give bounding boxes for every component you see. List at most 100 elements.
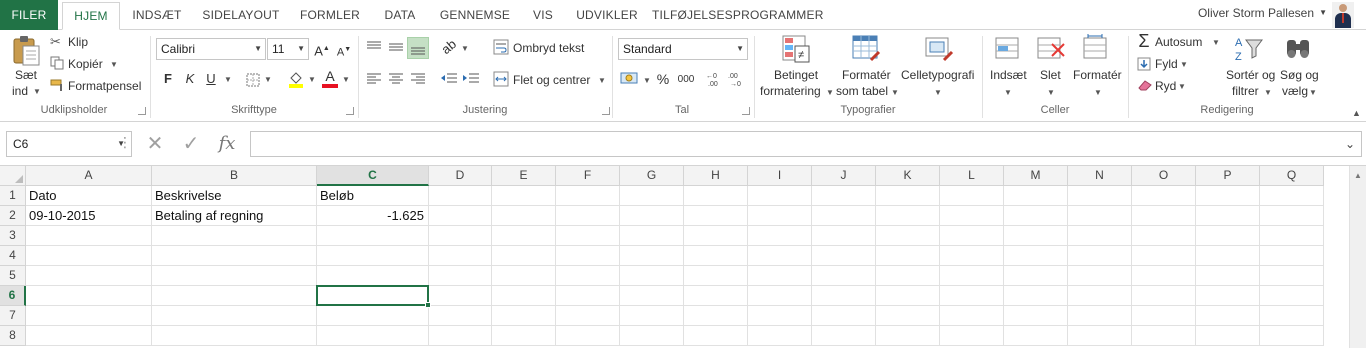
- fill-color-icon[interactable]: [288, 70, 304, 88]
- cell-l1[interactable]: [940, 186, 1004, 206]
- cell-i5[interactable]: [748, 266, 812, 286]
- delete-dropdown-icon[interactable]: ▼: [1047, 88, 1055, 97]
- column-header-h[interactable]: H: [684, 166, 748, 186]
- cell-k6[interactable]: [876, 286, 940, 306]
- increase-font-size-icon[interactable]: A▲: [314, 40, 330, 60]
- cell-d3[interactable]: [429, 226, 492, 246]
- cell-p3[interactable]: [1196, 226, 1260, 246]
- cell-l3[interactable]: [940, 226, 1004, 246]
- cell-j2[interactable]: [812, 206, 876, 226]
- align-right-icon[interactable]: [410, 72, 426, 86]
- orientation-icon[interactable]: ab: [436, 34, 461, 59]
- cell-j4[interactable]: [812, 246, 876, 266]
- column-header-b[interactable]: B: [152, 166, 317, 186]
- align-middle-icon[interactable]: [388, 40, 404, 54]
- cell-k2[interactable]: [876, 206, 940, 226]
- cell-o2[interactable]: [1132, 206, 1196, 226]
- cell-p2[interactable]: [1196, 206, 1260, 226]
- binoculars-icon[interactable]: [1284, 34, 1314, 64]
- fill-dropdown-icon[interactable]: ▼: [1180, 60, 1188, 69]
- cell-l4[interactable]: [940, 246, 1004, 266]
- insert-dropdown-icon[interactable]: ▼: [1004, 88, 1012, 97]
- row-header-4[interactable]: 4: [0, 246, 26, 266]
- paste-icon[interactable]: [12, 34, 42, 66]
- cell-g6[interactable]: [620, 286, 684, 306]
- decrease-indent-icon[interactable]: [440, 72, 458, 86]
- tab-insert[interactable]: INDSÆT: [126, 2, 188, 30]
- cell-c8[interactable]: [317, 326, 429, 346]
- cell-h5[interactable]: [684, 266, 748, 286]
- cell-e2[interactable]: [492, 206, 556, 226]
- cell-a2[interactable]: 09-10-2015: [26, 206, 152, 226]
- cell-b6[interactable]: [152, 286, 317, 306]
- cell-h2[interactable]: [684, 206, 748, 226]
- increase-indent-icon[interactable]: [462, 72, 480, 86]
- cell-p6[interactable]: [1196, 286, 1260, 306]
- cell-h8[interactable]: [684, 326, 748, 346]
- cell-a7[interactable]: [26, 306, 152, 326]
- insert-cells-button[interactable]: Indsæt: [990, 68, 1027, 82]
- format-dropdown-icon[interactable]: ▼: [1094, 88, 1102, 97]
- cell-c4[interactable]: [317, 246, 429, 266]
- cell-j6[interactable]: [812, 286, 876, 306]
- cell-e7[interactable]: [492, 306, 556, 326]
- tab-formulas[interactable]: FORMLER: [292, 2, 368, 30]
- align-center-icon[interactable]: [388, 72, 404, 86]
- wrap-text-icon[interactable]: [493, 39, 509, 55]
- tab-data[interactable]: DATA: [374, 2, 426, 30]
- cell-a1[interactable]: Dato: [26, 186, 152, 206]
- sigma-icon[interactable]: Σ: [1136, 32, 1152, 50]
- cell-styles-button[interactable]: Celletypografi: [901, 68, 974, 82]
- fill-handle[interactable]: [425, 302, 431, 308]
- cell-a5[interactable]: [26, 266, 152, 286]
- font-launcher-icon[interactable]: [346, 107, 354, 115]
- cell-e8[interactable]: [492, 326, 556, 346]
- copy-dropdown-icon[interactable]: ▼: [110, 60, 118, 69]
- cell-l8[interactable]: [940, 326, 1004, 346]
- cell-i6[interactable]: [748, 286, 812, 306]
- cell-n3[interactable]: [1068, 226, 1132, 246]
- cell-f6[interactable]: [556, 286, 620, 306]
- cell-d5[interactable]: [429, 266, 492, 286]
- clear-dropdown-icon[interactable]: ▼: [1178, 82, 1186, 91]
- cell-m2[interactable]: [1004, 206, 1068, 226]
- cell-k1[interactable]: [876, 186, 940, 206]
- autosum-dropdown-icon[interactable]: ▼: [1212, 38, 1220, 47]
- cell-g1[interactable]: [620, 186, 684, 206]
- delete-cells-button[interactable]: Slet: [1040, 68, 1061, 82]
- cell-a4[interactable]: [26, 246, 152, 266]
- column-header-m[interactable]: M: [1004, 166, 1068, 186]
- cell-n6[interactable]: [1068, 286, 1132, 306]
- cell-g4[interactable]: [620, 246, 684, 266]
- cell-n1[interactable]: [1068, 186, 1132, 206]
- enter-check-icon[interactable]: ✓: [178, 131, 204, 157]
- cell-e3[interactable]: [492, 226, 556, 246]
- cancel-icon[interactable]: ✕: [142, 131, 168, 157]
- column-header-q[interactable]: Q: [1260, 166, 1324, 186]
- cell-i3[interactable]: [748, 226, 812, 246]
- cell-j8[interactable]: [812, 326, 876, 346]
- cell-c3[interactable]: [317, 226, 429, 246]
- cell-a6[interactable]: [26, 286, 152, 306]
- align-bottom-button[interactable]: [407, 37, 429, 59]
- accounting-dropdown-icon[interactable]: ▼: [643, 76, 651, 85]
- cell-o5[interactable]: [1132, 266, 1196, 286]
- cell-m3[interactable]: [1004, 226, 1068, 246]
- row-header-3[interactable]: 3: [0, 226, 26, 246]
- sort-filter-icon[interactable]: A Z: [1234, 34, 1264, 64]
- row-header-8[interactable]: 8: [0, 326, 26, 346]
- cell-e5[interactable]: [492, 266, 556, 286]
- cell-f1[interactable]: [556, 186, 620, 206]
- cell-a3[interactable]: [26, 226, 152, 246]
- decrease-decimal-icon[interactable]: .00 →0: [728, 70, 748, 88]
- font-size-select[interactable]: 11 ▼: [267, 38, 309, 60]
- fill-button[interactable]: Fyld: [1155, 57, 1178, 71]
- collapse-ribbon-icon[interactable]: ▲: [1352, 108, 1361, 118]
- formula-bar-grip-icon[interactable]: ⋮: [118, 134, 132, 151]
- cell-h3[interactable]: [684, 226, 748, 246]
- wrap-text-button[interactable]: Ombryd tekst: [513, 41, 584, 55]
- insert-cells-icon[interactable]: [994, 34, 1022, 64]
- insert-function-button[interactable]: fx: [212, 131, 242, 157]
- cell-g2[interactable]: [620, 206, 684, 226]
- tab-page-layout[interactable]: SIDELAYOUT: [196, 2, 286, 30]
